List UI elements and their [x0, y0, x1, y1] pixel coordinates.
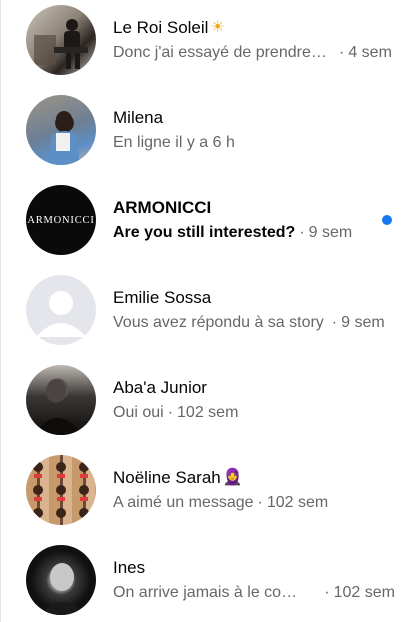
separator-dot: · [324, 584, 330, 601]
contact-name: Le Roi Soleil [113, 18, 209, 37]
avatar[interactable]: ARMONICCI [26, 185, 96, 255]
last-message: On arrive jamais à le comprendre [113, 584, 309, 601]
conversation-item-abaa-junior[interactable]: Aba'a Junior Oui oui · 102 sem [1, 355, 407, 445]
avatar[interactable] [26, 5, 96, 75]
separator-dot: · [299, 224, 305, 241]
avatar-photo-icon [40, 563, 86, 615]
message-time: 9 sem [341, 314, 385, 331]
message-time: 9 sem [308, 224, 353, 241]
contact-name: Emilie Sossa [113, 288, 212, 307]
default-avatar-icon [36, 291, 86, 337]
separator-dot: · [331, 314, 338, 331]
separator-dot: · [167, 404, 174, 421]
separator-dot: · [257, 494, 263, 511]
avatar-photo-icon [48, 111, 80, 165]
contact-name: ARMONICCI [113, 198, 212, 217]
unread-dot-icon [382, 215, 392, 225]
sun-emoji-icon: ☀ [210, 18, 225, 36]
message-time: 102 sem [177, 404, 239, 421]
message-time: 4 sem [348, 44, 392, 61]
avatar[interactable] [26, 545, 96, 615]
conversation-item-ines[interactable]: Ines On arrive jamais à le comprendre ·10… [1, 535, 407, 622]
avatar-photo-icon [34, 19, 88, 69]
conversation-item-le-roi-soleil[interactable]: Le Roi Soleil ☀ Donc j'ai essayé de prend… [1, 0, 407, 85]
conversation-item-emilie-sossa[interactable]: Emilie Sossa Vous avez répondu à sa stor… [1, 265, 407, 355]
last-message: Oui oui [113, 404, 164, 421]
last-message: Are you still interested? [113, 224, 296, 241]
avatar[interactable] [26, 455, 96, 525]
armonicci-logo: ARMONICCI [27, 214, 95, 226]
conversation-item-noeline-sarah[interactable]: Noëline Sarah 🧕 A aimé un message · 102 sem [1, 445, 407, 535]
online-status: En ligne il y a 6 h [113, 134, 235, 151]
avatar[interactable] [26, 365, 96, 435]
contact-name: Milena [113, 108, 164, 127]
last-message: Donc j'ai essayé de prendre un taxi pour… [113, 44, 331, 61]
conversation-list: Le Roi Soleil ☀ Donc j'ai essayé de prend… [0, 0, 407, 622]
conversation-item-milena[interactable]: Milena En ligne il y a 6 h [1, 85, 407, 175]
message-time: 102 sem [266, 494, 329, 511]
avatar-photo-icon [34, 379, 84, 435]
last-message: A aimé un message [113, 494, 254, 511]
last-message: Vous avez répondu à sa story [113, 314, 324, 331]
contact-name: Noëline Sarah [113, 468, 221, 487]
message-time: 102 sem [333, 584, 395, 601]
avatar[interactable] [26, 95, 96, 165]
conversation-item-armonicci[interactable]: ARMONICCI ARMONICCI Are you still intere… [1, 175, 407, 265]
contact-name: Ines [113, 558, 146, 577]
separator-dot: · [339, 44, 345, 61]
person-emoji-icon: 🧕 [222, 468, 243, 486]
avatar-photo-icon [33, 462, 89, 518]
avatar[interactable] [26, 275, 96, 345]
contact-name: Aba'a Junior [113, 378, 207, 397]
